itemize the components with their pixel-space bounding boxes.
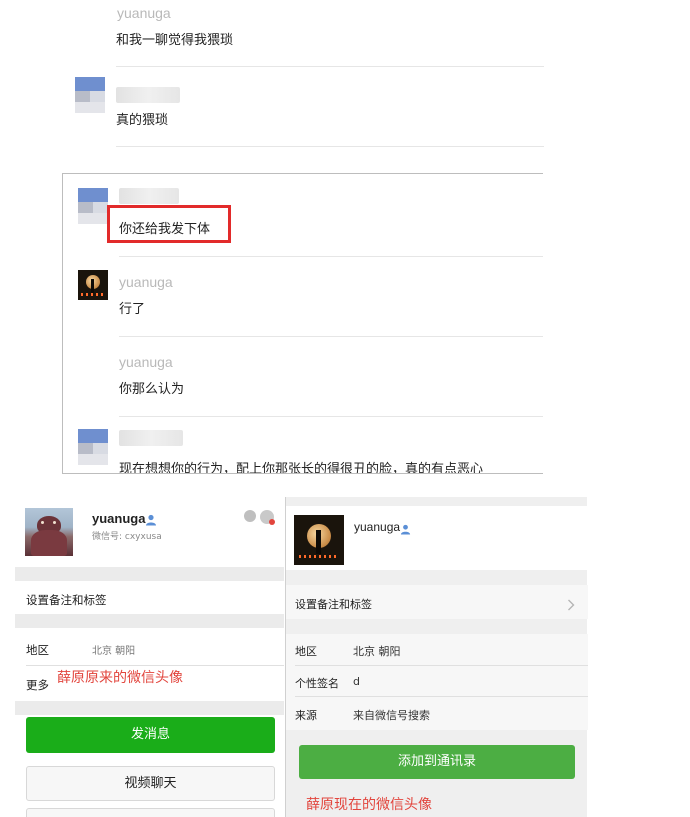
profile-action-icon[interactable] — [244, 510, 256, 522]
region-value: 北京 朝阳 — [92, 646, 136, 657]
region-value: 北京 朝阳 — [353, 645, 401, 658]
row-divider — [295, 665, 588, 666]
section-gap — [15, 567, 284, 581]
profile-avatar — [25, 508, 73, 556]
message-text: 真的猥琐 — [116, 113, 169, 128]
source-value: 来自微信号搜索 — [353, 709, 430, 722]
old-avatar-caption: 薛原原来的微信头像 — [57, 670, 183, 686]
message-text: 现在想想你的行为，配上你那张长的得很丑的脸，真的有点恶心 — [119, 462, 484, 474]
user-avatar — [78, 270, 108, 300]
message-sender-name: yuanuga — [119, 354, 173, 370]
more-row[interactable]: 更多 — [26, 677, 49, 693]
message-divider — [116, 66, 544, 67]
message-divider — [116, 146, 544, 147]
message-divider — [119, 416, 543, 417]
signature-value: d — [353, 675, 360, 688]
person-icon — [145, 511, 157, 526]
message-text: 行了 — [119, 302, 146, 317]
section-gap — [15, 701, 284, 715]
row-divider — [26, 665, 284, 666]
wechat-id: 微信号: cxyxusa — [92, 532, 162, 542]
send-message-button[interactable]: 发消息 — [26, 717, 275, 753]
right-profile-card: yuanuga 设置备注和标签 地区 北京 朝阳 个性签名 d 来源 来自微信号… — [285, 497, 588, 817]
person-icon — [400, 520, 411, 535]
message-sender-name: yuanuga — [117, 5, 171, 21]
message-divider — [119, 256, 543, 257]
blurred-sender-name — [116, 87, 180, 103]
video-call-button[interactable]: 视频聊天 — [26, 766, 275, 801]
section-gap — [15, 614, 284, 628]
profile-avatar — [294, 515, 344, 565]
blurred-sender-name — [119, 188, 179, 204]
highlight-frame — [107, 205, 231, 243]
chevron-right-icon — [567, 596, 575, 611]
message-text: 和我一聊觉得我猥琐 — [116, 33, 234, 48]
message-sender-name: yuanuga — [119, 274, 173, 290]
profile-name: yuanuga — [92, 511, 146, 526]
set-remark-row[interactable]: 设置备注和标签 — [295, 596, 372, 612]
privacy-icon[interactable] — [260, 510, 275, 525]
message-text: 你那么认为 — [119, 382, 185, 397]
current-avatar-caption: 薛原现在的微信头像 — [306, 797, 432, 813]
source-label: 来源 — [295, 709, 317, 722]
partial-button[interactable] — [26, 808, 275, 817]
add-contact-button[interactable]: 添加到通讯录 — [299, 745, 575, 779]
profile-name: yuanuga — [354, 520, 401, 534]
left-profile-card: yuanuga 微信号: cxyxusa 设置备注和标签 地区 北京 朝阳 更多… — [15, 497, 284, 817]
row-divider — [295, 696, 588, 697]
message-divider — [119, 336, 543, 337]
region-label: 地区 — [26, 643, 49, 657]
signature-label: 个性签名 — [295, 677, 339, 690]
region-label: 地区 — [295, 645, 317, 658]
blurred-avatar — [75, 77, 105, 113]
blurred-avatar — [78, 188, 108, 224]
blurred-sender-name — [119, 430, 183, 446]
blurred-avatar — [78, 429, 108, 465]
set-remark-row[interactable]: 设置备注和标签 — [26, 592, 107, 608]
